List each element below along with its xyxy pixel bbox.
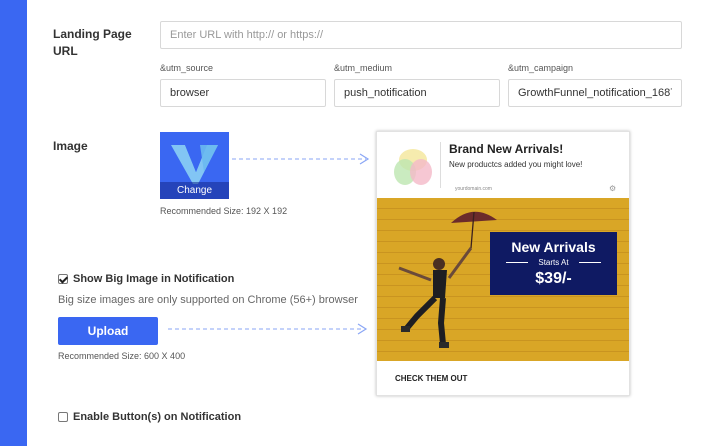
image-label: Image (53, 139, 88, 153)
preview-big-image: New Arrivals Starts At $39/- (377, 198, 629, 361)
big-image-recommended-size: Recommended Size: 600 X 400 (58, 351, 186, 361)
dashed-arrow-icon (232, 153, 370, 165)
landing-page-url-label: Landing Page URL (53, 27, 132, 58)
preview-title: Brand New Arrivals! (449, 142, 564, 156)
dashed-arrow-icon (168, 323, 368, 335)
gear-icon: ⚙ (609, 184, 617, 193)
preview-cta-button: CHECK THEM OUT (395, 374, 468, 383)
change-image-button[interactable]: Change (160, 182, 229, 199)
utm-campaign-input[interactable] (508, 79, 682, 107)
enable-buttons-label: Enable Button(s) on Notification (73, 411, 242, 423)
utm-source-label: &utm_source (160, 63, 214, 73)
notification-icon-uploader[interactable]: Change (160, 132, 229, 199)
landing-url-input[interactable] (160, 21, 682, 49)
utm-campaign-label: &utm_campaign (508, 63, 574, 73)
enable-buttons-checkbox[interactable] (58, 412, 68, 422)
preview-divider (440, 142, 441, 188)
big-image-info-text: Big size images are only supported on Ch… (58, 294, 358, 306)
promo-title: New Arrivals (511, 239, 596, 255)
utm-source-input[interactable] (160, 79, 326, 107)
promo-price: $39/- (535, 270, 572, 287)
notification-preview: Brand New Arrivals! New productcs added … (376, 131, 630, 396)
promo-banner: New Arrivals Starts At $39/- (490, 232, 617, 295)
upload-button[interactable]: Upload (58, 317, 158, 345)
preview-message: New productcs added you might love! (449, 160, 583, 169)
utm-medium-label: &utm_medium (334, 63, 393, 73)
show-big-image-label: Show Big Image in Notification (73, 273, 235, 285)
preview-domain: yourdomain.com (455, 186, 492, 192)
left-accent-bar (0, 0, 27, 446)
promo-line-right (579, 262, 601, 263)
icon-recommended-size: Recommended Size: 192 X 192 (160, 206, 288, 216)
show-big-image-checkbox[interactable] (58, 274, 68, 284)
utm-medium-input[interactable] (334, 79, 500, 107)
preview-logo-icon (394, 149, 432, 185)
